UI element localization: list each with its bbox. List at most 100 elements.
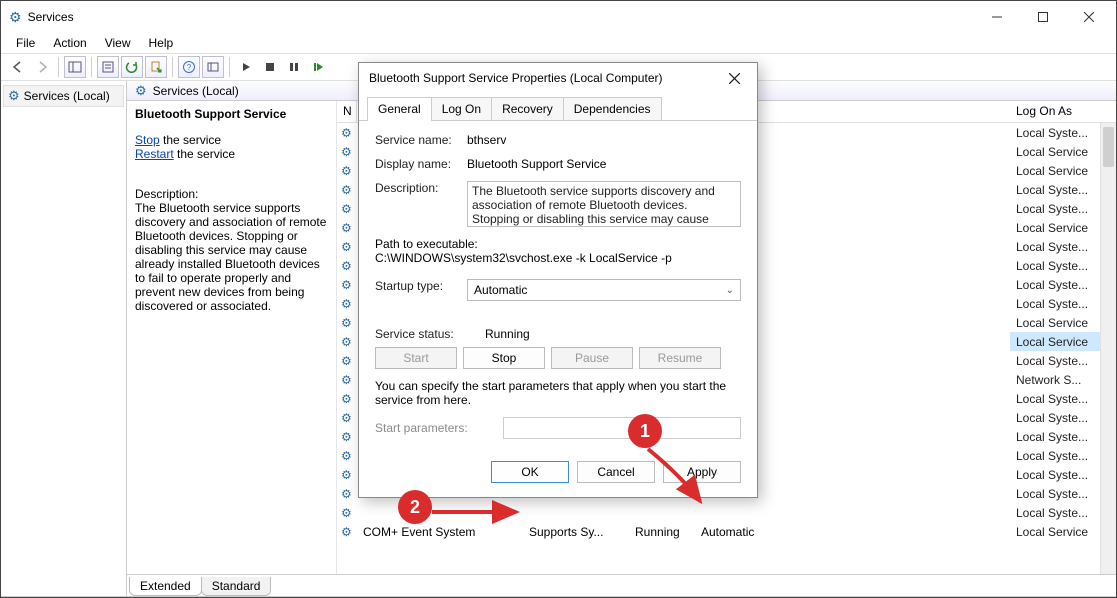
cancel-button[interactable]: Cancel <box>577 461 655 483</box>
gear-icon <box>341 430 357 444</box>
forward-button[interactable] <box>31 56 53 78</box>
toolbar-extra-button[interactable] <box>202 56 224 78</box>
view-tabs: Extended Standard <box>127 574 1116 596</box>
gear-icon <box>341 354 357 368</box>
window-title: Services <box>28 10 74 24</box>
label-display-name: Display name: <box>375 157 467 171</box>
resume-button[interactable]: Resume <box>639 347 721 369</box>
list-row[interactable]: COM+ Event System Supports Sy... Running… <box>337 522 1116 541</box>
cell-logon: Local Service <box>1010 332 1100 351</box>
cell-logon: Local Service <box>1010 313 1100 332</box>
scrollbar[interactable] <box>1100 123 1116 574</box>
cell-logon: Local Syste... <box>1010 389 1100 408</box>
gear-icon <box>341 392 357 406</box>
description-text: The Bluetooth service supports discovery… <box>135 201 328 313</box>
cell-logon: Local Syste... <box>1010 427 1100 446</box>
chevron-down-icon: ⌄ <box>726 285 734 296</box>
tab-logon[interactable]: Log On <box>431 97 492 120</box>
gear-icon <box>341 468 357 482</box>
label-startup-type: Startup type: <box>375 279 467 301</box>
gear-icon <box>341 145 357 159</box>
cell-logon: Local Service <box>1010 161 1100 180</box>
menu-view[interactable]: View <box>96 34 140 52</box>
menu-help[interactable]: Help <box>140 34 183 52</box>
refresh-button[interactable] <box>121 56 143 78</box>
annotation-badge-1: 1 <box>628 414 662 448</box>
cell-logon: Local Syste... <box>1010 503 1100 522</box>
cell-logon: Local Syste... <box>1010 446 1100 465</box>
dialog-titlebar: Bluetooth Support Service Properties (Lo… <box>359 63 757 93</box>
menu-action[interactable]: Action <box>44 34 95 52</box>
dialog-close-button[interactable] <box>721 65 747 91</box>
label-service-name: Service name: <box>375 133 467 147</box>
cell-logon: Local Service <box>1010 142 1100 161</box>
label-path: Path to executable: <box>375 237 741 251</box>
help-button[interactable]: ? <box>178 56 200 78</box>
cell-logon: Local Syste... <box>1010 256 1100 275</box>
dialog-tabs: General Log On Recovery Dependencies <box>359 93 757 121</box>
cell-logon: Local Service <box>1010 218 1100 237</box>
cell-desc: Supports Sy... <box>529 525 629 539</box>
tab-standard[interactable]: Standard <box>201 577 272 596</box>
tab-general[interactable]: General <box>367 97 432 120</box>
description-textbox[interactable]: The Bluetooth service supports discovery… <box>467 181 741 227</box>
pause-service-button[interactable] <box>283 56 305 78</box>
maximize-button[interactable] <box>1020 2 1066 32</box>
tab-dependencies[interactable]: Dependencies <box>563 97 662 120</box>
start-service-button[interactable] <box>235 56 257 78</box>
list-row[interactable] <box>337 503 1116 522</box>
startup-type-select[interactable]: Automatic ⌄ <box>467 279 741 301</box>
gear-icon <box>341 259 357 273</box>
tree-node-services-local[interactable]: Services (Local) <box>3 85 124 107</box>
gear-icon <box>341 316 357 330</box>
cell-logon: Local Syste... <box>1010 465 1100 484</box>
start-button[interactable]: Start <box>375 347 457 369</box>
gear-icon <box>135 83 147 99</box>
cell-status: Running <box>635 525 695 539</box>
restart-service-button[interactable] <box>307 56 329 78</box>
value-display-name: Bluetooth Support Service <box>467 157 741 171</box>
gear-icon <box>8 88 20 104</box>
cell-logon: Local Syste... <box>1010 199 1100 218</box>
tab-recovery[interactable]: Recovery <box>491 97 564 120</box>
ok-button[interactable]: OK <box>491 461 569 483</box>
selected-service-name: Bluetooth Support Service <box>135 107 328 121</box>
value-service-name: bthserv <box>467 133 741 147</box>
app-icon <box>9 9 22 26</box>
gear-icon <box>341 297 357 311</box>
close-button[interactable] <box>1066 2 1112 32</box>
svg-text:?: ? <box>187 63 192 72</box>
label-description: Description: <box>375 181 467 227</box>
menu-file[interactable]: File <box>7 34 44 52</box>
export-list-button[interactable] <box>145 56 167 78</box>
cell-logon: Local Syste... <box>1010 275 1100 294</box>
gear-icon <box>341 525 357 539</box>
scrollbar-thumb[interactable] <box>1103 127 1114 167</box>
start-params-input[interactable] <box>503 417 741 439</box>
info-pane: Bluetooth Support Service Stop the servi… <box>127 101 336 574</box>
apply-button[interactable]: Apply <box>663 461 741 483</box>
cell-logon: Local Syste... <box>1010 123 1100 142</box>
stop-service-button[interactable] <box>259 56 281 78</box>
annotation-badge-2: 2 <box>398 490 432 524</box>
stop-button[interactable]: Stop <box>463 347 545 369</box>
gear-icon <box>341 183 357 197</box>
tab-extended[interactable]: Extended <box>129 577 202 596</box>
label-start-params: Start parameters: <box>375 421 503 435</box>
gear-icon <box>341 411 357 425</box>
cell-logon: Local Syste... <box>1010 294 1100 313</box>
column-logon[interactable]: Log On As <box>1010 101 1100 123</box>
cell-logon: Network S... <box>1010 370 1100 389</box>
cell-logon: Local Syste... <box>1010 408 1100 427</box>
stop-link[interactable]: Stop <box>135 133 160 147</box>
restart-link[interactable]: Restart <box>135 147 174 161</box>
value-path: C:\WINDOWS\system32\svchost.exe -k Local… <box>375 251 741 265</box>
properties-button[interactable] <box>97 56 119 78</box>
state-buttons: Start Stop Pause Resume <box>375 347 741 369</box>
pause-button[interactable]: Pause <box>551 347 633 369</box>
startup-type-value: Automatic <box>474 283 527 297</box>
back-button[interactable] <box>7 56 29 78</box>
minimize-button[interactable] <box>974 2 1020 32</box>
show-hide-tree-button[interactable] <box>64 56 86 78</box>
column-name[interactable]: N <box>337 101 357 122</box>
